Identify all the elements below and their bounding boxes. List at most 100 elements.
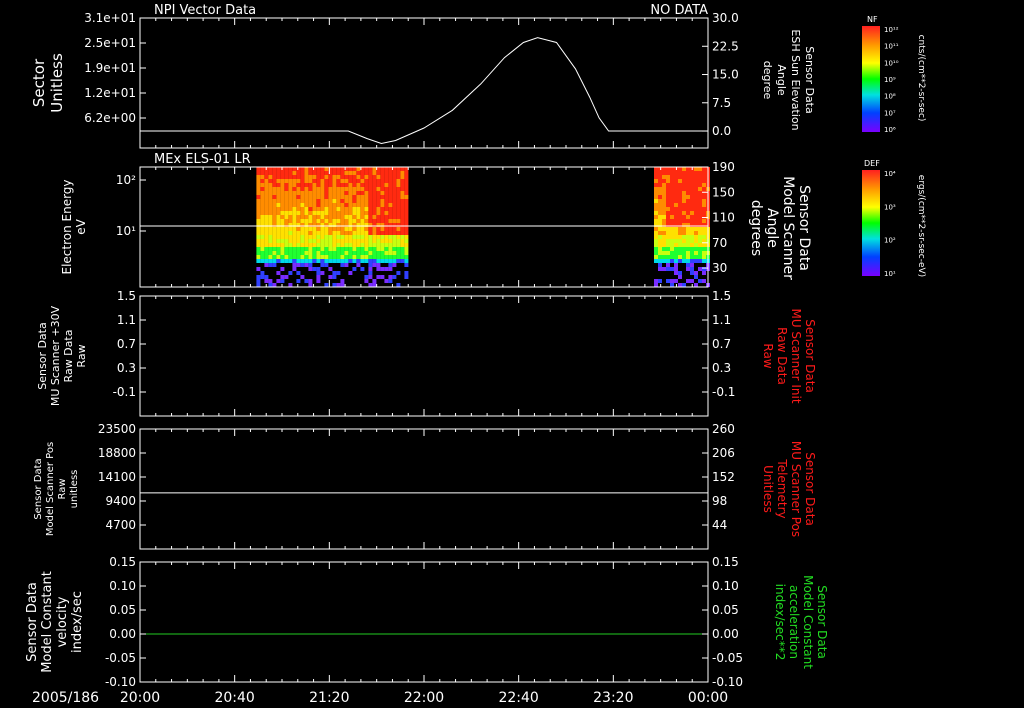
time-tick-label: 21:20 [309, 690, 349, 706]
spectrogram-cell [658, 211, 662, 215]
spectrogram-cell [686, 251, 690, 255]
spectrogram-cell [292, 231, 297, 235]
panel-3-left-tick-label: -0.1 [113, 385, 136, 399]
spectrogram-cell [686, 203, 690, 207]
spectrogram-cell [300, 243, 305, 247]
spectrogram-cell [364, 195, 369, 199]
spectrogram-cell [280, 247, 285, 251]
spectrogram-cell [372, 171, 377, 175]
spectrogram-cell [348, 243, 353, 247]
panel-1-rlabel-line1: Sensor Data [803, 46, 816, 113]
spectrogram-cell [380, 255, 385, 259]
spectrogram-cell [256, 247, 261, 251]
spectrogram-cell [396, 243, 401, 247]
spectrogram-cell [308, 187, 313, 191]
spectrogram-cell [268, 191, 273, 195]
spectrogram-cell [364, 219, 369, 223]
spectrogram-cell [388, 279, 393, 283]
spectrogram-cell [264, 215, 269, 219]
spectrogram-cell [260, 175, 265, 179]
spectrogram-cell [392, 259, 397, 263]
spectrogram-cell [674, 267, 678, 271]
spectrogram-cell [340, 175, 345, 179]
spectrogram-cell [304, 171, 309, 175]
spectrogram-cell [654, 199, 658, 203]
def-colorbar [862, 170, 880, 276]
spectrogram-cell [348, 255, 353, 259]
def-colorbar-tick: 10² [884, 237, 896, 245]
spectrogram-cell [654, 279, 658, 283]
spectrogram-cell [328, 175, 333, 179]
panel-1-rlabel-line4: degree [761, 61, 774, 100]
def-colorbar-tick: 10⁴ [884, 170, 896, 178]
spectrogram-cell [312, 243, 317, 247]
spectrogram-cell [340, 279, 345, 283]
panel-5-rlabel-line1: Sensor Data [815, 585, 829, 659]
spectrogram-cell [300, 211, 305, 215]
panel-1-title: NPI Vector Data [154, 3, 256, 18]
spectrogram-cell [304, 191, 309, 195]
spectrogram-cell [678, 175, 682, 179]
spectrogram-cell [376, 243, 381, 247]
spectrogram-cell [678, 239, 682, 243]
spectrogram-cell [678, 219, 682, 223]
spectrogram-cell [272, 175, 277, 179]
spectrogram-cell [360, 219, 365, 223]
spectrogram-cell [380, 259, 385, 263]
spectrogram-cell [670, 167, 674, 171]
spectrogram-cell [376, 267, 381, 271]
spectrogram-cell [654, 259, 658, 263]
panel-3-right-tick-label: 1.1 [712, 313, 731, 327]
spectrogram-cell [654, 227, 658, 231]
spectrogram-cell [312, 203, 317, 207]
spectrogram-cell [690, 251, 694, 255]
spectrogram-cell [332, 239, 337, 243]
spectrogram-cell [666, 259, 670, 263]
spectrogram-cell [292, 235, 297, 239]
spectrogram-cell [292, 179, 297, 183]
spectrogram-cell [380, 199, 385, 203]
spectrogram-cell [384, 191, 389, 195]
spectrogram-cell [380, 247, 385, 251]
spectrogram-cell [284, 251, 289, 255]
spectrogram-cell [360, 267, 365, 271]
spectrogram-cell [344, 239, 349, 243]
spectrogram-cell [264, 259, 269, 263]
panel-1-right-tick-label: 7.5 [712, 96, 731, 110]
spectrogram-cell [332, 247, 337, 251]
spectrogram-cell [276, 271, 281, 275]
spectrogram-cell [690, 239, 694, 243]
spectrogram-cell [678, 199, 682, 203]
spectrogram-cell [268, 255, 273, 259]
spectrogram-cell [280, 251, 285, 255]
spectrogram-cell [308, 211, 313, 215]
spectrogram-cell [698, 179, 702, 183]
spectrogram-cell [268, 207, 273, 211]
spectrogram-cell [288, 247, 293, 251]
spectrogram-cell [364, 191, 369, 195]
spectrogram-cell [336, 259, 341, 263]
spectrogram-cell [694, 271, 698, 275]
spectrogram-cell [284, 199, 289, 203]
spectrogram-cell [400, 203, 405, 207]
spectrogram-cell [368, 243, 373, 247]
spectrogram-cell [308, 219, 313, 223]
spectrogram-cell [268, 283, 273, 287]
spectrogram-cell [304, 251, 309, 255]
panel-3-ylabel-line3: Raw Data [62, 330, 75, 383]
spectrogram-cell [702, 231, 706, 235]
spectrogram-cell [280, 195, 285, 199]
spectrogram-cell [284, 231, 289, 235]
spectrogram-cell [662, 231, 666, 235]
spectrogram-cell [396, 207, 401, 211]
spectrogram-cell [400, 219, 405, 223]
spectrogram-cell [372, 203, 377, 207]
spectrogram-cell [694, 191, 698, 195]
spectrogram-cell [654, 191, 658, 195]
spectrogram-cell [288, 235, 293, 239]
spectrogram-cell [328, 195, 333, 199]
spectrogram-cell [256, 211, 261, 215]
spectrogram-cell [276, 175, 281, 179]
spectrogram-cell [348, 219, 353, 223]
spectrogram-cell [400, 191, 405, 195]
